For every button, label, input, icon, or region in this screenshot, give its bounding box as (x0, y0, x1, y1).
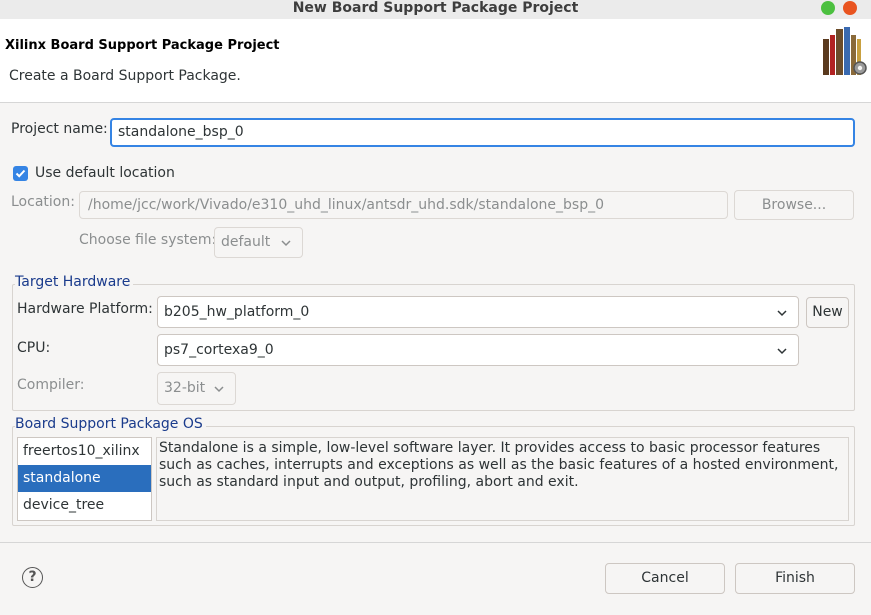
banner-title: Xilinx Board Support Package Project (5, 38, 280, 53)
title-bar: New Board Support Package Project (0, 0, 871, 19)
bsp-os-title: Board Support Package OS (15, 416, 206, 432)
os-list[interactable]: freertos10_xilinx standalone device_tree (17, 437, 152, 521)
close-button[interactable] (843, 1, 857, 15)
books-gear-icon (823, 27, 867, 75)
browse-button[interactable]: Browse... (734, 190, 854, 220)
hardware-platform-value: b205_hw_platform_0 (164, 304, 310, 320)
help-icon[interactable]: ? (22, 567, 43, 588)
cancel-button[interactable]: Cancel (605, 563, 725, 594)
location-input[interactable]: /home/jcc/work/Vivado/e310_uhd_linux/ant… (79, 191, 728, 219)
os-description: Standalone is a simple, low-level softwa… (156, 437, 849, 521)
chevron-down-icon (777, 348, 787, 355)
banner-description: Create a Board Support Package. (9, 68, 241, 84)
cpu-select[interactable]: ps7_cortexa9_0 (157, 334, 799, 366)
hardware-platform-select[interactable]: b205_hw_platform_0 (157, 296, 799, 328)
hardware-platform-label: Hardware Platform: (17, 301, 153, 317)
new-platform-button[interactable]: New (806, 297, 849, 328)
chevron-down-icon (214, 386, 224, 393)
checkmark-icon (15, 169, 26, 178)
filesystem-value: default (221, 234, 271, 250)
os-list-item-device-tree[interactable]: device_tree (18, 492, 151, 519)
project-name-label: Project name: (11, 121, 108, 137)
compiler-value: 32-bit (164, 380, 206, 396)
location-label: Location: (11, 194, 75, 210)
compiler-select[interactable]: 32-bit (157, 372, 236, 405)
filesystem-select[interactable]: default (214, 227, 303, 258)
cpu-label: CPU: (17, 340, 51, 356)
filesystem-label: Choose file system: (79, 232, 217, 248)
compiler-label: Compiler: (17, 377, 85, 393)
wizard-banner: Xilinx Board Support Package Project Cre… (0, 19, 871, 103)
use-default-location-label: Use default location (35, 165, 175, 181)
chevron-down-icon (281, 240, 291, 247)
use-default-location-checkbox[interactable] (13, 166, 28, 181)
cpu-value: ps7_cortexa9_0 (164, 342, 274, 358)
footer-separator (0, 542, 871, 543)
chevron-down-icon (777, 310, 787, 317)
target-hardware-title: Target Hardware (15, 274, 134, 290)
os-list-item-freertos[interactable]: freertos10_xilinx (18, 438, 151, 465)
minimize-button[interactable] (821, 1, 835, 15)
os-list-item-standalone[interactable]: standalone (18, 465, 151, 492)
finish-button[interactable]: Finish (735, 563, 855, 594)
project-name-input[interactable]: standalone_bsp_0 (110, 118, 855, 147)
window-title: New Board Support Package Project (292, 0, 579, 16)
